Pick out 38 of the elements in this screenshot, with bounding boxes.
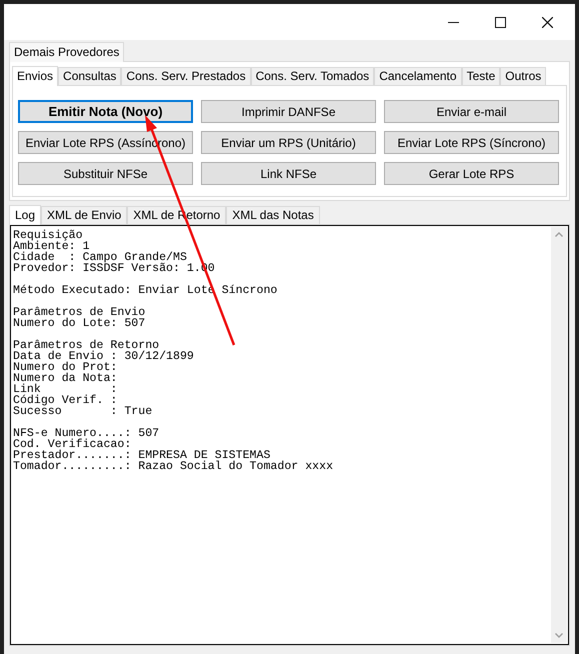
tab[interactable]: Demais Provedores [9,42,124,62]
maximize-icon[interactable] [495,16,506,28]
log-line: Tomador.........: Razao Social do Tomador xxxx [13,461,334,472]
tab[interactable]: Log [9,205,42,225]
log-line: Prestador.......: EMPRESA DE SISTEMAS [13,450,270,461]
log-line: Código Verif. : [13,395,118,406]
action-button[interactable]: Substituir NFSe [18,162,193,185]
log-line: Cod. Verificacao: [13,439,132,450]
log-line: Numero da Nota: [13,373,118,384]
log-line: Requisição [13,230,84,241]
tab[interactable]: Cons. Serv. Prestados [121,67,251,85]
tab[interactable]: XML de Envio [41,206,128,224]
log-line: Cidade : Campo Grande/MS [13,252,188,263]
log-line: Link : [13,384,118,395]
log-line: Parâmetros de Retorno [13,340,160,351]
action-button[interactable]: Imprimir DANFSe [201,100,376,123]
log-line: Numero do Lote: 507 [13,318,146,329]
log-line: Data de Envio : 30/12/1899 [13,351,195,362]
tab[interactable]: Outros [500,67,546,85]
log-line: NFS-e Numero....: 507 [13,428,160,439]
log-text-area[interactable] [9,224,570,646]
action-button[interactable]: Emitir Nota (Novo) [18,100,193,123]
tab[interactable]: XML das Notas [226,206,320,224]
close-icon[interactable] [542,16,553,28]
action-button[interactable]: Enviar um RPS (Unitário) [201,131,376,154]
log-line: Sucesso : True [13,406,154,417]
action-button[interactable]: Enviar Lote RPS (Síncrono) [384,131,559,154]
action-button[interactable]: Enviar e-mail [384,100,559,123]
log-line: Numero do Prot: [13,362,118,373]
tab[interactable]: Teste [462,67,500,85]
log-line: Ambiente: 1 [13,241,90,252]
tab[interactable]: Cons. Serv. Tomados [250,67,374,85]
action-button[interactable]: Link NFSe [201,162,376,185]
log-line: Parâmetros de Envio [13,307,146,318]
tab[interactable]: Cancelamento [374,67,462,85]
tab[interactable]: Consultas [58,67,122,85]
action-button[interactable]: Gerar Lote RPS [384,162,559,185]
tab[interactable]: Envios [12,66,58,86]
